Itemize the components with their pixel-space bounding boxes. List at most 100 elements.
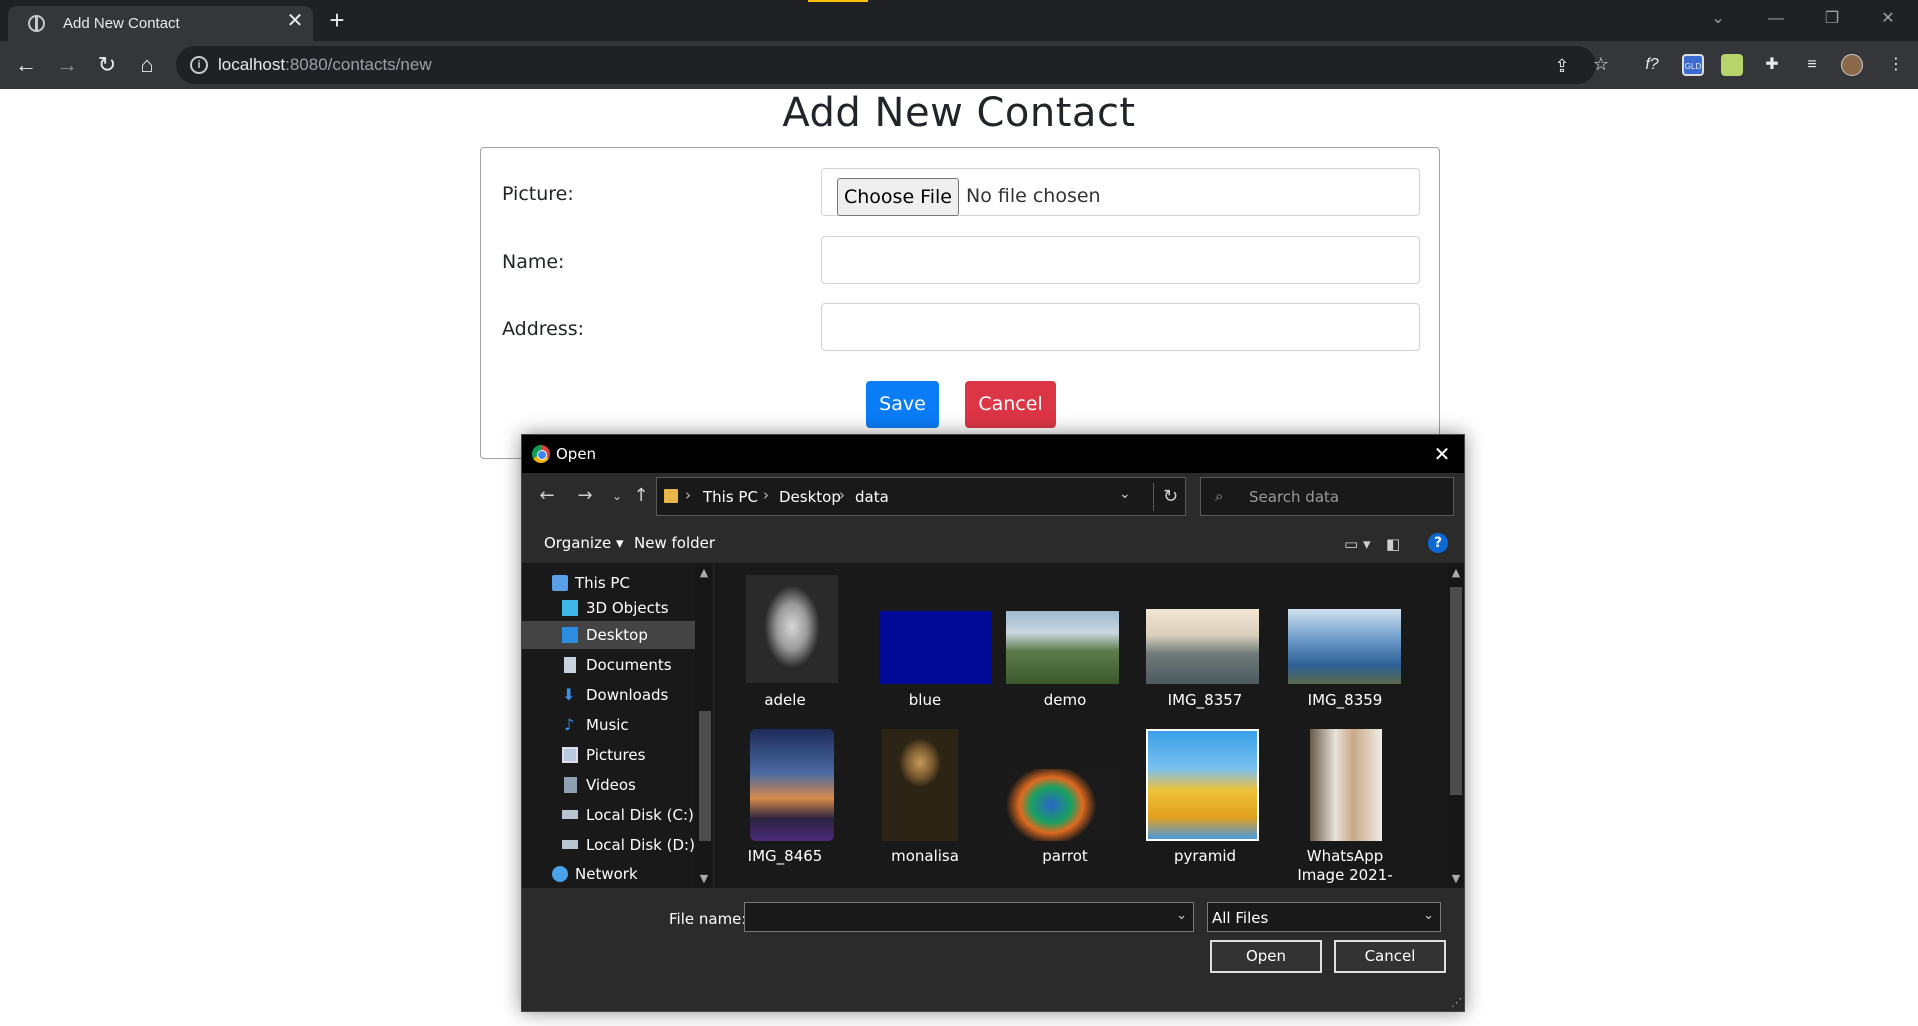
- breadcrumb-this-pc[interactable]: This PC: [703, 488, 758, 506]
- forward-icon[interactable]: →: [51, 49, 83, 81]
- file-item-demo[interactable]: demo: [1006, 569, 1124, 719]
- browser-tab[interactable]: Add New Contact ✕: [8, 6, 313, 41]
- chevron-down-icon[interactable]: ⌄: [1423, 908, 1434, 923]
- file-status-text: No file chosen: [966, 185, 1101, 207]
- breadcrumb-dropdown-icon[interactable]: ⌄: [1119, 486, 1131, 502]
- nav-item-documents[interactable]: Documents: [522, 651, 697, 679]
- home-icon[interactable]: ⌂: [131, 49, 163, 81]
- dialog-forward-icon[interactable]: →: [572, 481, 598, 511]
- dialog-back-icon[interactable]: ←: [534, 481, 560, 511]
- minimize-icon[interactable]: —: [1758, 6, 1794, 32]
- dialog-cancel-button[interactable]: Cancel: [1334, 940, 1446, 973]
- file-scrollbar[interactable]: ▲ ▼: [1448, 563, 1464, 888]
- site-info-icon[interactable]: i: [190, 56, 208, 74]
- breadcrumb-desktop[interactable]: Desktop: [779, 488, 841, 506]
- nav-item-local-disk-c[interactable]: Local Disk (C:): [522, 801, 697, 829]
- formula-extension-icon[interactable]: f?: [1641, 54, 1663, 76]
- scroll-down-icon[interactable]: ▼: [1449, 872, 1463, 885]
- tab-search-icon[interactable]: ⌄: [1700, 6, 1736, 32]
- nav-item-music[interactable]: ♪ Music: [522, 711, 697, 739]
- breadcrumb-separator-icon[interactable]: ›: [763, 486, 769, 504]
- window-close-icon[interactable]: ✕: [1870, 6, 1906, 32]
- nav-item-pictures[interactable]: Pictures: [522, 741, 697, 769]
- scroll-up-icon[interactable]: ▲: [697, 566, 711, 579]
- url-text[interactable]: localhost:8080/contacts/new: [218, 55, 432, 75]
- help-icon[interactable]: ?: [1428, 533, 1448, 553]
- file-name: demo: [1043, 691, 1087, 709]
- save-button[interactable]: Save: [866, 381, 939, 428]
- up-folder-icon[interactable]: ↑: [628, 481, 654, 511]
- scroll-down-icon[interactable]: ▼: [697, 872, 711, 885]
- nav-item-desktop[interactable]: Desktop: [522, 621, 697, 649]
- file-name-input[interactable]: ⌄: [744, 902, 1194, 932]
- resize-grip-icon[interactable]: ⋰: [1451, 996, 1462, 1009]
- cancel-button[interactable]: Cancel: [965, 381, 1056, 428]
- demo-thumbnail: [1006, 611, 1119, 684]
- file-name: IMG_8357: [1167, 691, 1243, 709]
- nav-item-label: Music: [586, 716, 629, 734]
- file-item-adele[interactable]: adele: [726, 569, 844, 719]
- nav-item-downloads[interactable]: ⬇ Downloads: [522, 681, 697, 709]
- nav-item-label: 3D Objects: [586, 599, 669, 617]
- preview-pane-icon[interactable]: ◧: [1386, 535, 1400, 553]
- extension-card-icon[interactable]: [1721, 54, 1743, 76]
- nav-item-network[interactable]: Network: [522, 860, 697, 888]
- nav-item-videos[interactable]: Videos: [522, 771, 697, 799]
- scroll-up-icon[interactable]: ▲: [1449, 566, 1463, 579]
- parrot-thumbnail: [1006, 769, 1119, 841]
- browser-menu-icon[interactable]: ⋮: [1885, 54, 1907, 76]
- nav-item-label: Local Disk (C:): [586, 806, 694, 824]
- recent-locations-icon[interactable]: ⌄: [604, 481, 630, 511]
- chevron-down-icon[interactable]: ⌄: [1176, 908, 1187, 923]
- extensions-puzzle-icon[interactable]: ✚: [1761, 54, 1783, 76]
- file-item-img-8465[interactable]: IMG_8465: [726, 723, 844, 883]
- new-tab-button[interactable]: +: [323, 6, 351, 34]
- file-item-blue[interactable]: blue: [866, 569, 992, 719]
- share-icon[interactable]: ⇪: [1551, 55, 1573, 77]
- breadcrumb-data[interactable]: data: [855, 488, 889, 506]
- file-item-parrot[interactable]: parrot: [1006, 723, 1124, 883]
- computer-icon: [552, 575, 568, 591]
- file-item-img-8359[interactable]: IMG_8359: [1286, 569, 1404, 719]
- address-label: Address:: [502, 318, 585, 340]
- profile-avatar[interactable]: [1841, 54, 1863, 76]
- breadcrumb-separator-icon[interactable]: ›: [685, 486, 691, 504]
- choose-file-button[interactable]: Choose File: [837, 178, 959, 216]
- dialog-breadcrumb[interactable]: › This PC › Desktop › data ⌄ ↻: [656, 477, 1186, 516]
- file-item-monalisa[interactable]: monalisa: [866, 723, 984, 883]
- nav-scrollbar[interactable]: ▲ ▼: [695, 563, 713, 888]
- search-input[interactable]: ⌕ Search data: [1200, 477, 1454, 516]
- bookmark-star-icon[interactable]: ☆: [1590, 53, 1612, 75]
- address-input[interactable]: [821, 303, 1420, 351]
- img-8357-thumbnail: [1146, 609, 1259, 684]
- back-icon[interactable]: ←: [10, 49, 42, 81]
- tab-close-icon[interactable]: ✕: [284, 10, 306, 32]
- open-button[interactable]: Open: [1210, 940, 1322, 973]
- reload-icon[interactable]: ↻: [91, 49, 123, 81]
- organize-menu[interactable]: Organize ▾: [544, 534, 624, 552]
- restore-icon[interactable]: ❐: [1814, 6, 1850, 32]
- new-folder-button[interactable]: New folder: [634, 534, 715, 552]
- file-item-img-8357[interactable]: IMG_8357: [1146, 569, 1264, 719]
- nav-item-label: Documents: [586, 656, 672, 674]
- nav-item-3d-objects[interactable]: 3D Objects: [522, 594, 697, 622]
- file-item-pyramid[interactable]: pyramid: [1146, 723, 1264, 883]
- name-input[interactable]: [821, 236, 1420, 284]
- address-bar[interactable]: i localhost:8080/contacts/new ⇪: [176, 46, 1596, 84]
- reading-list-icon[interactable]: ≡: [1801, 54, 1823, 76]
- breadcrumb-separator-icon[interactable]: ›: [839, 486, 845, 504]
- nav-item-local-disk-d[interactable]: Local Disk (D:): [522, 831, 697, 859]
- file-item-whatsapp-image[interactable]: WhatsApp Image 2021-10-08 at 23.48.48: [1286, 723, 1404, 922]
- picture-file-input[interactable]: Choose File No file chosen: [821, 168, 1420, 216]
- nav-scroll-thumb[interactable]: [699, 711, 711, 841]
- extension-badge-icon[interactable]: GLD: [1682, 54, 1704, 76]
- change-view-icon[interactable]: ▭ ▾: [1344, 535, 1370, 553]
- folder-icon: [664, 489, 678, 503]
- nav-item-this-pc[interactable]: This PC: [522, 569, 697, 597]
- file-type-select[interactable]: All Files ⌄: [1207, 902, 1441, 932]
- file-scroll-thumb[interactable]: [1450, 587, 1462, 795]
- refresh-icon[interactable]: ↻: [1153, 483, 1187, 511]
- tab-title: Add New Contact: [63, 15, 180, 32]
- dialog-close-icon[interactable]: ✕: [1427, 439, 1457, 469]
- open-file-dialog: Open ✕ ← → ⌄ ↑ › This PC › Desktop › dat…: [521, 434, 1465, 1012]
